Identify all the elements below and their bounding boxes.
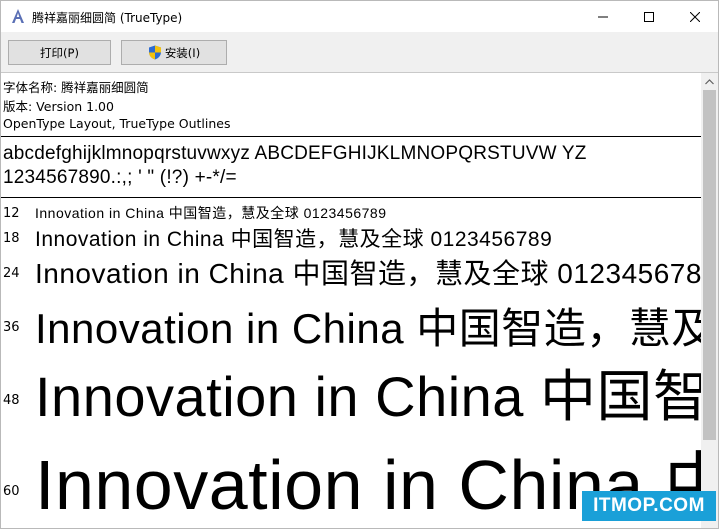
font-version-info: 版本: Version 1.00 <box>3 99 114 114</box>
size-label: 60 <box>3 484 20 499</box>
size-label: 36 <box>3 320 20 335</box>
sample-text: Innovation in China 中国智造，慧及全球 0123456789 <box>35 228 553 251</box>
charset-symbols: 1234567890.:,; ' " (!?) +-*/= <box>3 167 237 188</box>
font-preview-area[interactable]: 字体名称: 腾祥嘉丽细圆简 版本: Version 1.00 OpenType … <box>1 73 718 528</box>
divider <box>1 136 701 137</box>
charset-letters: abcdefghijklmnopqrstuvwxyz ABCDEFGHIJKLM… <box>3 143 587 164</box>
sample-text: Innovation in China 中国智造，慧及全球 0123456789 <box>35 205 387 221</box>
chevron-up-icon <box>705 78 714 84</box>
install-button[interactable]: 安装(I) <box>121 40 227 65</box>
size-label: 12 <box>3 206 20 221</box>
close-icon <box>690 11 700 22</box>
toolbar: 打印(P) 安装(I) <box>1 32 718 73</box>
sample-text: Innovation in China 中国智造，慧及全球 0123456789 <box>35 305 718 352</box>
title-bar[interactable]: 腾祥嘉丽细圆简 (TrueType) <box>1 1 718 32</box>
minimize-icon <box>598 16 608 17</box>
uac-shield-icon <box>148 45 161 60</box>
font-type-info: OpenType Layout, TrueType Outlines <box>3 116 231 131</box>
font-name-info: 字体名称: 腾祥嘉丽细圆简 <box>3 80 149 95</box>
font-file-icon <box>10 8 26 24</box>
sample-text: Innovation in China 中国智造，慧及全球 0123456789 <box>35 365 718 428</box>
print-button[interactable]: 打印(P) <box>8 40 111 65</box>
site-watermark: ITMOP.COM <box>582 491 716 521</box>
vertical-scrollbar[interactable] <box>701 73 718 528</box>
size-label: 18 <box>3 231 20 246</box>
maximize-icon <box>644 11 654 22</box>
size-label: 24 <box>3 266 20 281</box>
minimize-button[interactable] <box>580 1 626 32</box>
divider <box>1 197 701 198</box>
font-viewer-window: 腾祥嘉丽细圆简 (TrueType) 打印(P) 安装(I) 字体名称: 腾祥嘉… <box>0 0 719 529</box>
close-button[interactable] <box>672 1 718 32</box>
maximize-button[interactable] <box>626 1 672 32</box>
install-button-label: 安装(I) <box>164 45 201 60</box>
scrollbar-thumb[interactable] <box>703 90 716 440</box>
window-title: 腾祥嘉丽细圆简 (TrueType) <box>32 11 183 25</box>
print-button-label: 打印(P) <box>40 45 79 60</box>
sample-text: Innovation in China 中国智造，慧及全球 0123456789 <box>35 258 718 289</box>
scroll-up-button[interactable] <box>701 73 718 90</box>
size-label: 48 <box>3 393 20 408</box>
